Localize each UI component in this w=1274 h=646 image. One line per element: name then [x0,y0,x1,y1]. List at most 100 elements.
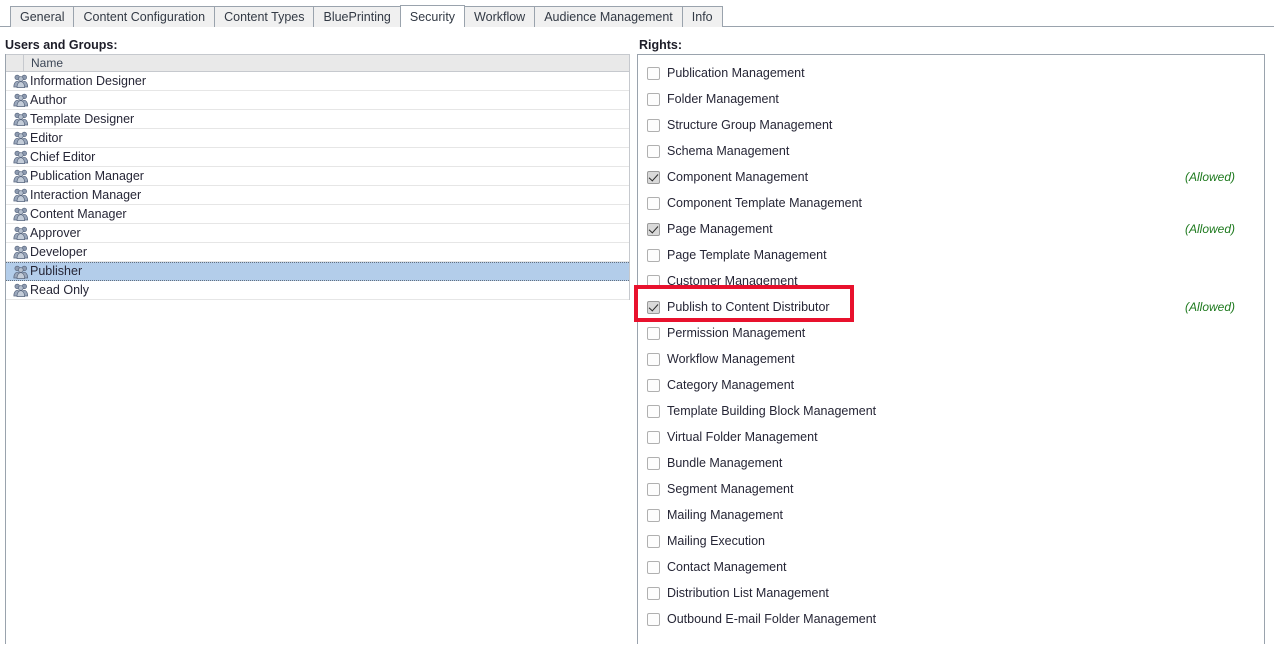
right-label: Structure Group Management [667,118,833,132]
right-row: Outbound E-mail Folder Management [638,606,1264,632]
right-label: Component Template Management [667,196,863,210]
rights-panel: Publication Management Folder Management S… [637,54,1265,644]
checkbox-checked-icon[interactable] [647,300,660,314]
tab-workflow[interactable]: Workflow [464,6,536,27]
tab-strip: General Content Configuration Content Type… [0,0,1274,27]
checkbox-unchecked-icon[interactable] [647,456,660,470]
users-and-groups-caption: Users and Groups: [5,38,118,52]
right-label: Page Management [667,222,773,236]
right-row: Publish to Content Distributor (Allowed) [638,294,1264,320]
checkbox-unchecked-icon[interactable] [647,326,660,340]
user-group-name: Approver [30,225,81,240]
checkbox-unchecked-icon[interactable] [647,92,660,106]
user-group-row[interactable]: Publisher [6,262,629,281]
right-label: Permission Management [667,326,806,340]
checkbox-unchecked-icon[interactable] [647,196,660,210]
user-group-row[interactable]: Content Manager [6,205,629,224]
tab-security[interactable]: Security [399,5,466,27]
right-label: Customer Management [667,274,798,288]
right-row: Bundle Management [638,450,1264,476]
right-row: Mailing Execution [638,528,1264,554]
checkbox-unchecked-icon[interactable] [647,534,660,548]
checkbox-unchecked-icon[interactable] [647,144,660,158]
tab-general[interactable]: General [10,6,75,27]
user-group-name: Author [30,92,67,107]
user-group-name: Publisher [30,264,83,278]
user-group-row[interactable]: Publication Manager [6,167,629,186]
user-group-name: Publication Manager [30,168,144,183]
rights-caption: Rights: [639,38,683,52]
user-group-row[interactable]: Template Designer [6,110,629,129]
right-row: Permission Management [638,320,1264,346]
user-group-name: Chief Editor [30,149,96,164]
right-label: Bundle Management [667,456,783,470]
right-row: Template Building Block Management [638,398,1264,424]
tab-bar: General Content Configuration Content Type… [0,0,1274,27]
users-and-groups-panel: Name Information Designer Author Template … [5,54,630,644]
right-label: Workflow Management [667,352,795,366]
user-group-row[interactable]: Information Designer [6,72,629,91]
right-row: Page Template Management [638,242,1264,268]
checkbox-unchecked-icon[interactable] [647,586,660,600]
right-row: Folder Management [638,86,1264,112]
right-row: Component Template Management [638,190,1264,216]
user-group-name: Developer [30,244,87,259]
checkbox-unchecked-icon[interactable] [647,118,660,132]
right-row: Page Management (Allowed) [638,216,1264,242]
checkbox-unchecked-icon[interactable] [647,430,660,444]
tab-blueprinting[interactable]: BluePrinting [313,6,401,27]
checkbox-unchecked-icon[interactable] [647,378,660,392]
checkbox-unchecked-icon[interactable] [647,248,660,262]
checkbox-checked-icon[interactable] [647,222,660,236]
right-label: Folder Management [667,92,779,106]
checkbox-unchecked-icon[interactable] [647,612,660,626]
user-group-name: Information Designer [30,73,147,88]
tab-content-configuration[interactable]: Content Configuration [73,6,216,27]
user-group-row[interactable]: Developer [6,243,629,262]
user-group-row[interactable]: Editor [6,129,629,148]
user-group-row[interactable]: Approver [6,224,629,243]
tab-info[interactable]: Info [681,6,723,27]
rights-list: Publication Management Folder Management S… [638,60,1264,632]
user-group-name: Read Only [30,282,90,297]
right-row: Structure Group Management [638,112,1264,138]
tab-content-types[interactable]: Content Types [214,6,315,27]
users-grid-header: Name [6,54,630,72]
user-group-name: Template Designer [30,111,135,126]
right-row: Workflow Management [638,346,1264,372]
checkbox-unchecked-icon[interactable] [647,482,660,496]
checkbox-unchecked-icon[interactable] [647,274,660,288]
right-label: Segment Management [667,482,794,496]
right-label: Page Template Management [667,248,827,262]
right-row: Virtual Folder Management [638,424,1264,450]
right-row: Customer Management [638,268,1264,294]
checkbox-unchecked-icon[interactable] [647,560,660,574]
checkbox-unchecked-icon[interactable] [647,508,660,522]
right-row: Distribution List Management [638,580,1264,606]
user-group-name: Editor [30,130,63,145]
right-label: Category Management [667,378,795,392]
right-label: Component Management [667,170,809,184]
right-row: Mailing Management [638,502,1264,528]
right-label: Distribution List Management [667,586,829,600]
checkbox-unchecked-icon[interactable] [647,404,660,418]
right-label: Template Building Block Management [667,404,877,418]
right-label: Virtual Folder Management [667,430,818,444]
right-row: Segment Management [638,476,1264,502]
user-group-row[interactable]: Author [6,91,629,110]
right-label: Mailing Management [667,508,784,522]
right-row: Schema Management [638,138,1264,164]
checkbox-checked-icon[interactable] [647,170,660,184]
column-header-name[interactable]: Name [24,55,629,71]
right-row: Component Management (Allowed) [638,164,1264,190]
user-group-row[interactable]: Chief Editor [6,148,629,167]
right-row: Category Management [638,372,1264,398]
users-grid-body: Information Designer Author Template Desig… [6,72,630,300]
right-label: Schema Management [667,144,790,158]
tab-audience-management[interactable]: Audience Management [534,6,683,27]
user-group-row[interactable]: Read Only [6,281,629,300]
right-label: Mailing Execution [667,534,765,548]
checkbox-unchecked-icon[interactable] [647,352,660,366]
checkbox-unchecked-icon[interactable] [647,66,660,80]
user-group-row[interactable]: Interaction Manager [6,186,629,205]
